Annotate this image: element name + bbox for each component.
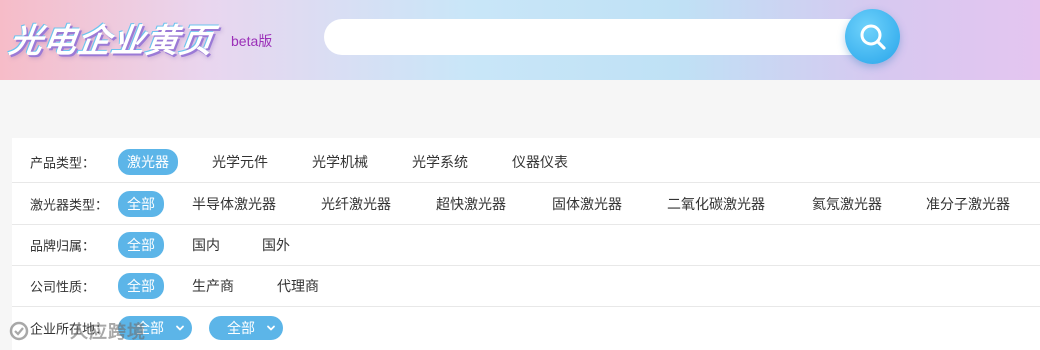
filter-option-ultrafast-laser[interactable]: 超快激光器 xyxy=(436,194,506,214)
province-select[interactable]: 全部 xyxy=(118,315,192,340)
site-logo[interactable]: 光电企业黄页 xyxy=(7,14,218,62)
filter-label-company-nature: 公司性质： xyxy=(30,280,96,296)
filter-option-laser[interactable]: 激光器 xyxy=(118,149,178,175)
filter-option-hene-laser[interactable]: 氦氖激光器 xyxy=(812,194,882,214)
city-select-value: 全部 xyxy=(227,320,255,337)
filter-row-laser-type: 激光器类型： 全部 半导体激光器 光纤激光器 超快激光器 固体激光器 二氧化碳激… xyxy=(12,184,1040,225)
filter-label-brand: 品牌归属： xyxy=(30,239,96,255)
filter-option-fiber-laser[interactable]: 光纤激光器 xyxy=(321,194,391,214)
filter-row-company-nature: 公司性质： 全部 生产商 代理商 xyxy=(12,266,1040,307)
filter-panel: 产品类型： 激光器 光学元件 光学机械 光学系统 仪器仪表 激光器类型： 全部 … xyxy=(12,138,1040,350)
filter-row-product-type: 产品类型： 激光器 光学元件 光学机械 光学系统 仪器仪表 xyxy=(12,142,1040,183)
filter-option-all[interactable]: 全部 xyxy=(118,232,164,258)
filter-option-foreign[interactable]: 国外 xyxy=(262,235,290,255)
filter-option-optical-components[interactable]: 光学元件 xyxy=(212,152,268,172)
filter-label-product-type: 产品类型： xyxy=(30,156,96,172)
filter-option-instruments[interactable]: 仪器仪表 xyxy=(512,152,568,172)
filter-label-location: 企业所在地： xyxy=(30,322,109,337)
filter-option-all[interactable]: 全部 xyxy=(118,273,164,299)
filter-option-domestic[interactable]: 国内 xyxy=(192,235,220,255)
filter-option-manufacturer[interactable]: 生产商 xyxy=(192,276,234,296)
beta-badge: beta版 xyxy=(231,33,273,49)
filter-option-all[interactable]: 全部 xyxy=(118,191,164,217)
chevron-down-icon xyxy=(267,325,275,330)
header: 光电企业黄页 beta版 xyxy=(0,0,1040,80)
search-bar xyxy=(324,19,874,55)
chevron-down-icon xyxy=(176,325,184,330)
search-button[interactable] xyxy=(845,9,900,64)
province-select-value: 全部 xyxy=(136,320,164,337)
filter-option-excimer-laser[interactable]: 准分子激光器 xyxy=(926,194,1010,214)
filter-row-location: 企业所在地： 全部 全部 xyxy=(12,307,1040,348)
filter-label-laser-type: 激光器类型： xyxy=(30,198,109,214)
filter-option-optical-mechanics[interactable]: 光学机械 xyxy=(312,152,368,172)
search-icon xyxy=(860,24,886,50)
filter-option-semiconductor-laser[interactable]: 半导体激光器 xyxy=(192,194,276,214)
filter-row-brand: 品牌归属： 全部 国内 国外 xyxy=(12,225,1040,266)
city-select[interactable]: 全部 xyxy=(209,315,283,340)
filter-option-agent[interactable]: 代理商 xyxy=(277,276,319,296)
search-input[interactable] xyxy=(324,19,874,55)
filter-option-optical-systems[interactable]: 光学系统 xyxy=(412,152,468,172)
filter-option-co2-laser[interactable]: 二氧化碳激光器 xyxy=(667,194,765,214)
filter-option-solid-state-laser[interactable]: 固体激光器 xyxy=(552,194,622,214)
